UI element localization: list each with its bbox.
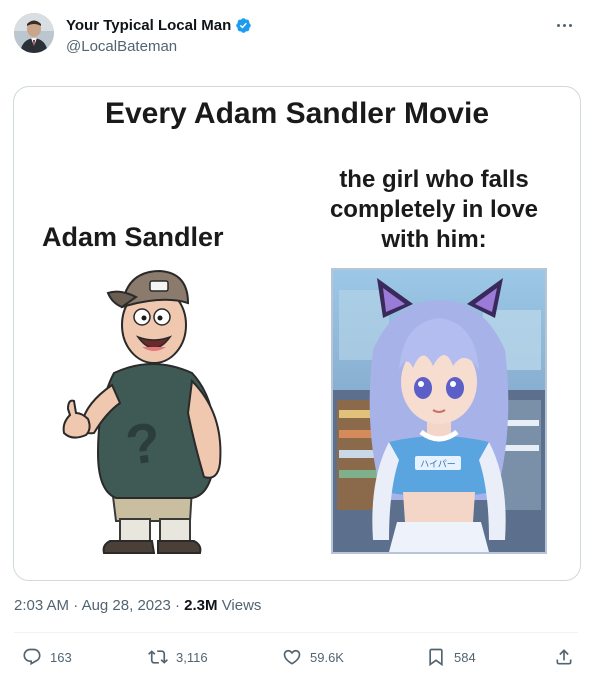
bookmark-count: 584 bbox=[454, 649, 476, 665]
action-bar: 163 3,116 59.6K 584 bbox=[14, 640, 578, 674]
reply-button[interactable]: 163 bbox=[22, 640, 72, 674]
share-icon bbox=[556, 649, 572, 665]
anime-girl-illustration: ハイパー bbox=[331, 268, 547, 554]
timestamp-date[interactable]: Aug 28, 2023 bbox=[82, 597, 171, 614]
cartoon-man-illustration: ? bbox=[62, 269, 222, 554]
bookmark-button[interactable]: 584 bbox=[426, 640, 476, 674]
right-caption-line: with him: bbox=[381, 226, 487, 253]
verified-badge-icon bbox=[235, 17, 252, 34]
left-caption: Adam Sandler bbox=[42, 222, 224, 252]
shirt-text: ハイパー bbox=[420, 459, 456, 469]
repost-count: 3,116 bbox=[176, 649, 208, 665]
share-button[interactable] bbox=[554, 640, 574, 674]
name-row: Your Typical Local Man bbox=[66, 17, 252, 34]
avatar-image bbox=[14, 13, 54, 53]
reply-icon bbox=[23, 648, 41, 666]
timestamp-time[interactable]: 2:03 AM bbox=[14, 597, 69, 614]
heart-icon bbox=[283, 649, 301, 665]
tweet-media[interactable]: Every Adam Sandler Movie Adam Sandler th… bbox=[13, 86, 581, 581]
right-caption-line: completely in love bbox=[329, 196, 539, 223]
display-name[interactable]: Your Typical Local Man bbox=[66, 17, 231, 34]
views-count: 2.3M bbox=[184, 597, 218, 614]
more-options-icon[interactable] bbox=[554, 19, 574, 31]
right-caption-line: the girl who falls bbox=[339, 166, 529, 193]
right-caption: the girl who falls completely in love wi… bbox=[314, 165, 554, 255]
tweet-header: Your Typical Local Man @LocalBateman bbox=[14, 13, 578, 61]
repost-icon bbox=[148, 650, 168, 664]
meta-separator: · bbox=[73, 597, 79, 614]
like-button[interactable]: 59.6K bbox=[282, 640, 344, 674]
meme-title: Every Adam Sandler Movie bbox=[104, 97, 490, 130]
meta-separator: · bbox=[174, 597, 180, 614]
like-count: 59.6K bbox=[310, 649, 344, 665]
reply-count: 163 bbox=[50, 649, 72, 665]
handle[interactable]: @LocalBateman bbox=[66, 38, 177, 55]
views-label: Views bbox=[221, 597, 262, 614]
divider bbox=[14, 632, 578, 633]
repost-button[interactable]: 3,116 bbox=[148, 640, 208, 674]
tweet-meta: 2:03 AM · Aug 28, 2023 · 2.3M Views bbox=[14, 597, 261, 614]
bookmark-icon bbox=[429, 648, 443, 667]
avatar[interactable] bbox=[14, 13, 54, 53]
